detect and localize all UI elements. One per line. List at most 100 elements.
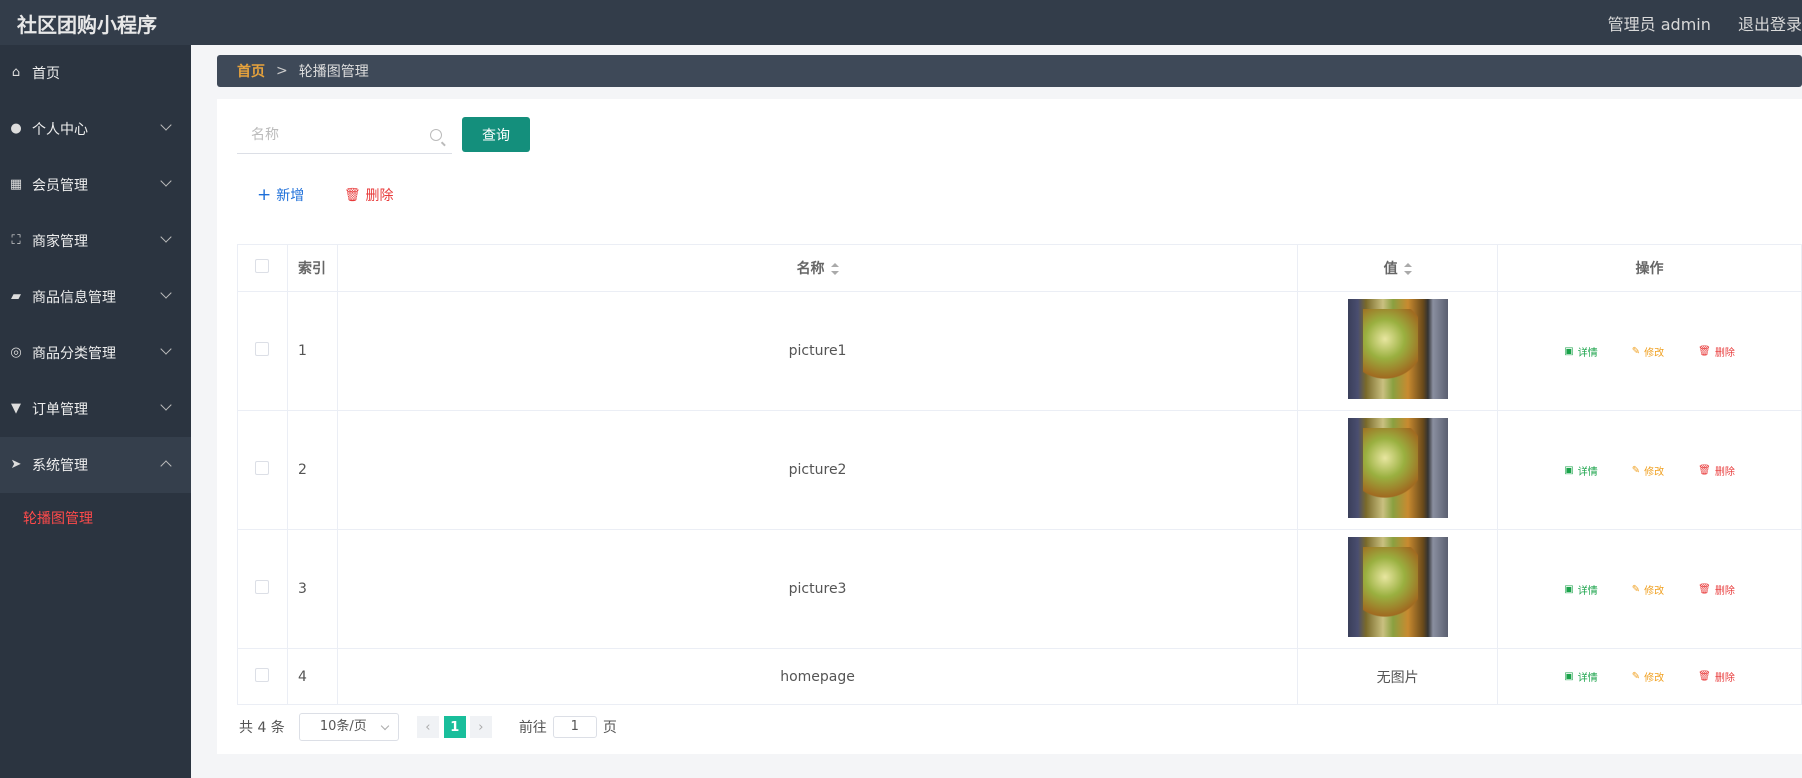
- row-no-image: 无图片: [1297, 648, 1499, 705]
- sidebar-item-system[interactable]: ➤ 系统管理: [0, 437, 191, 493]
- sidebar-item-label: 个人中心: [32, 122, 88, 138]
- chevron-down-icon: [160, 175, 172, 187]
- detail-button[interactable]: ▣ 详情: [1564, 582, 1597, 597]
- search-icon[interactable]: [430, 129, 442, 141]
- logout-link[interactable]: 退出登录: [1738, 15, 1802, 34]
- delete-button[interactable]: 🗑 删除: [1698, 344, 1735, 359]
- batch-delete-button[interactable]: 🗑 删除: [344, 185, 394, 205]
- main-content: 首页 > 轮播图管理 查询 + 新增 🗑 删除 索引 名称: [191, 45, 1802, 778]
- breadcrumb: 首页 > 轮播图管理: [217, 55, 1802, 87]
- row-name: picture3: [336, 529, 1299, 649]
- detail-label: 详情: [1577, 673, 1598, 684]
- row-image: [1347, 418, 1448, 518]
- header-name[interactable]: 名称: [336, 244, 1299, 292]
- pencil-icon: ✎: [1631, 464, 1641, 476]
- page-size-select[interactable]: 10条/页: [298, 713, 399, 741]
- sidebar-item-label: 订单管理: [32, 402, 88, 418]
- stamp-icon: ▼: [11, 401, 21, 416]
- sidebar-item-members[interactable]: ▦ 会员管理: [0, 157, 191, 213]
- edit-button[interactable]: ✎ 修改: [1632, 669, 1664, 684]
- sort-icon[interactable]: [1403, 263, 1412, 275]
- header-value[interactable]: 值: [1297, 244, 1499, 292]
- select-all-checkbox[interactable]: [255, 259, 270, 273]
- search-input[interactable]: [237, 118, 417, 152]
- chevron-down-icon: [160, 343, 172, 355]
- delete-button[interactable]: 🗑 删除: [1698, 463, 1735, 478]
- wallet-icon: ▰: [11, 289, 21, 304]
- prev-page-button[interactable]: ‹: [416, 716, 439, 738]
- search-box: [237, 118, 452, 154]
- trash-icon: 🗑: [344, 187, 361, 203]
- row-index: 2: [286, 410, 338, 530]
- user-label: 管理员 admin: [1607, 15, 1711, 34]
- sidebar-item-label: 商品信息管理: [32, 290, 116, 306]
- row-checkbox[interactable]: [255, 580, 270, 594]
- sidebar-item-home[interactable]: ⌂ 首页: [0, 45, 191, 101]
- total-count: 共 4 条: [239, 720, 285, 736]
- sidebar-item-orders[interactable]: ▼ 订单管理: [0, 381, 191, 437]
- sidebar-item-label: 首页: [32, 66, 60, 82]
- add-button[interactable]: + 新增: [257, 185, 304, 205]
- compass-icon: ◎: [10, 345, 22, 360]
- page-number-current[interactable]: 1: [443, 716, 466, 738]
- sidebar: ⌂ 首页 ● 个人中心 ▦ 会员管理 ⛶ 商家管理 ▰ 商品信息管理 ◎ 商品分…: [0, 45, 191, 778]
- delete-button[interactable]: 🗑 删除: [1698, 669, 1735, 684]
- breadcrumb-current: 轮播图管理: [298, 64, 369, 80]
- sidebar-subitem-carousel[interactable]: 轮播图管理: [0, 493, 191, 543]
- user-icon: ●: [10, 121, 22, 136]
- sidebar-item-profile[interactable]: ● 个人中心: [0, 101, 191, 157]
- table-row: 1 picture1 ▣ 详情 ✎ 修改 🗑 删除: [237, 291, 1802, 411]
- pencil-icon: ✎: [1631, 345, 1641, 357]
- header-name-label: 名称: [796, 261, 825, 277]
- row-index: 3: [286, 529, 338, 649]
- trash-icon: 🗑: [1698, 583, 1711, 595]
- row-index: 1: [286, 291, 338, 411]
- document-icon: ▣: [1564, 583, 1574, 595]
- pencil-icon: ✎: [1631, 583, 1641, 595]
- trash-icon: 🗑: [1698, 671, 1711, 682]
- delete-button[interactable]: 🗑 删除: [1698, 582, 1735, 597]
- row-checkbox[interactable]: [255, 342, 270, 356]
- pagination: 共 4 条 10条/页 ‹ 1 › 前往 1 页: [239, 713, 617, 741]
- sidebar-item-categories[interactable]: ◎ 商品分类管理: [0, 325, 191, 381]
- sidebar-item-merchants[interactable]: ⛶ 商家管理: [0, 213, 191, 269]
- pencil-icon: ✎: [1631, 671, 1641, 682]
- add-label: 新增: [276, 188, 305, 204]
- detail-button[interactable]: ▣ 详情: [1564, 669, 1597, 684]
- chevron-up-icon: [160, 460, 172, 472]
- detail-button[interactable]: ▣ 详情: [1564, 344, 1597, 359]
- breadcrumb-home[interactable]: 首页: [237, 61, 265, 81]
- row-image: [1347, 537, 1448, 637]
- content-card: 查询 + 新增 🗑 删除 索引 名称 值 操作: [217, 99, 1802, 754]
- top-bar: 社区团购小程序 管理员 admin 退出登录: [0, 0, 1802, 45]
- top-right-area: 管理员 admin 退出登录: [1586, 11, 1802, 35]
- query-button[interactable]: 查询: [462, 117, 530, 152]
- edit-button[interactable]: ✎ 修改: [1632, 463, 1664, 478]
- document-icon: ▣: [1564, 671, 1574, 682]
- detail-button[interactable]: ▣ 详情: [1564, 463, 1597, 478]
- sort-icon[interactable]: [830, 263, 839, 275]
- sidebar-item-products[interactable]: ▰ 商品信息管理: [0, 269, 191, 325]
- edit-label: 修改: [1644, 466, 1665, 478]
- app-title: 社区团购小程序: [17, 13, 157, 37]
- detail-label: 详情: [1577, 347, 1598, 359]
- chevron-down-icon: [160, 119, 172, 131]
- edit-button[interactable]: ✎ 修改: [1632, 582, 1664, 597]
- edit-button[interactable]: ✎ 修改: [1632, 344, 1664, 359]
- table-row: 4 homepage 无图片 ▣ 详情 ✎ 修改 🗑 删除: [237, 648, 1802, 705]
- sidebar-item-label: 商家管理: [32, 234, 88, 250]
- row-name: picture2: [336, 410, 1299, 530]
- goto-page-input[interactable]: 1: [552, 716, 597, 738]
- header-value-label: 值: [1383, 261, 1398, 277]
- next-page-button[interactable]: ›: [469, 716, 492, 738]
- row-image: [1347, 299, 1448, 399]
- chevron-down-icon: [160, 287, 172, 299]
- edit-label: 修改: [1644, 673, 1665, 684]
- chevron-down-icon: [160, 399, 172, 411]
- sidebar-item-label: 系统管理: [32, 458, 88, 474]
- detail-label: 详情: [1577, 466, 1598, 478]
- trash-icon: 🗑: [1698, 464, 1711, 476]
- row-checkbox[interactable]: [255, 461, 270, 475]
- row-checkbox[interactable]: [255, 667, 270, 682]
- table-row: 2 picture2 ▣ 详情 ✎ 修改 🗑 删除: [237, 410, 1802, 530]
